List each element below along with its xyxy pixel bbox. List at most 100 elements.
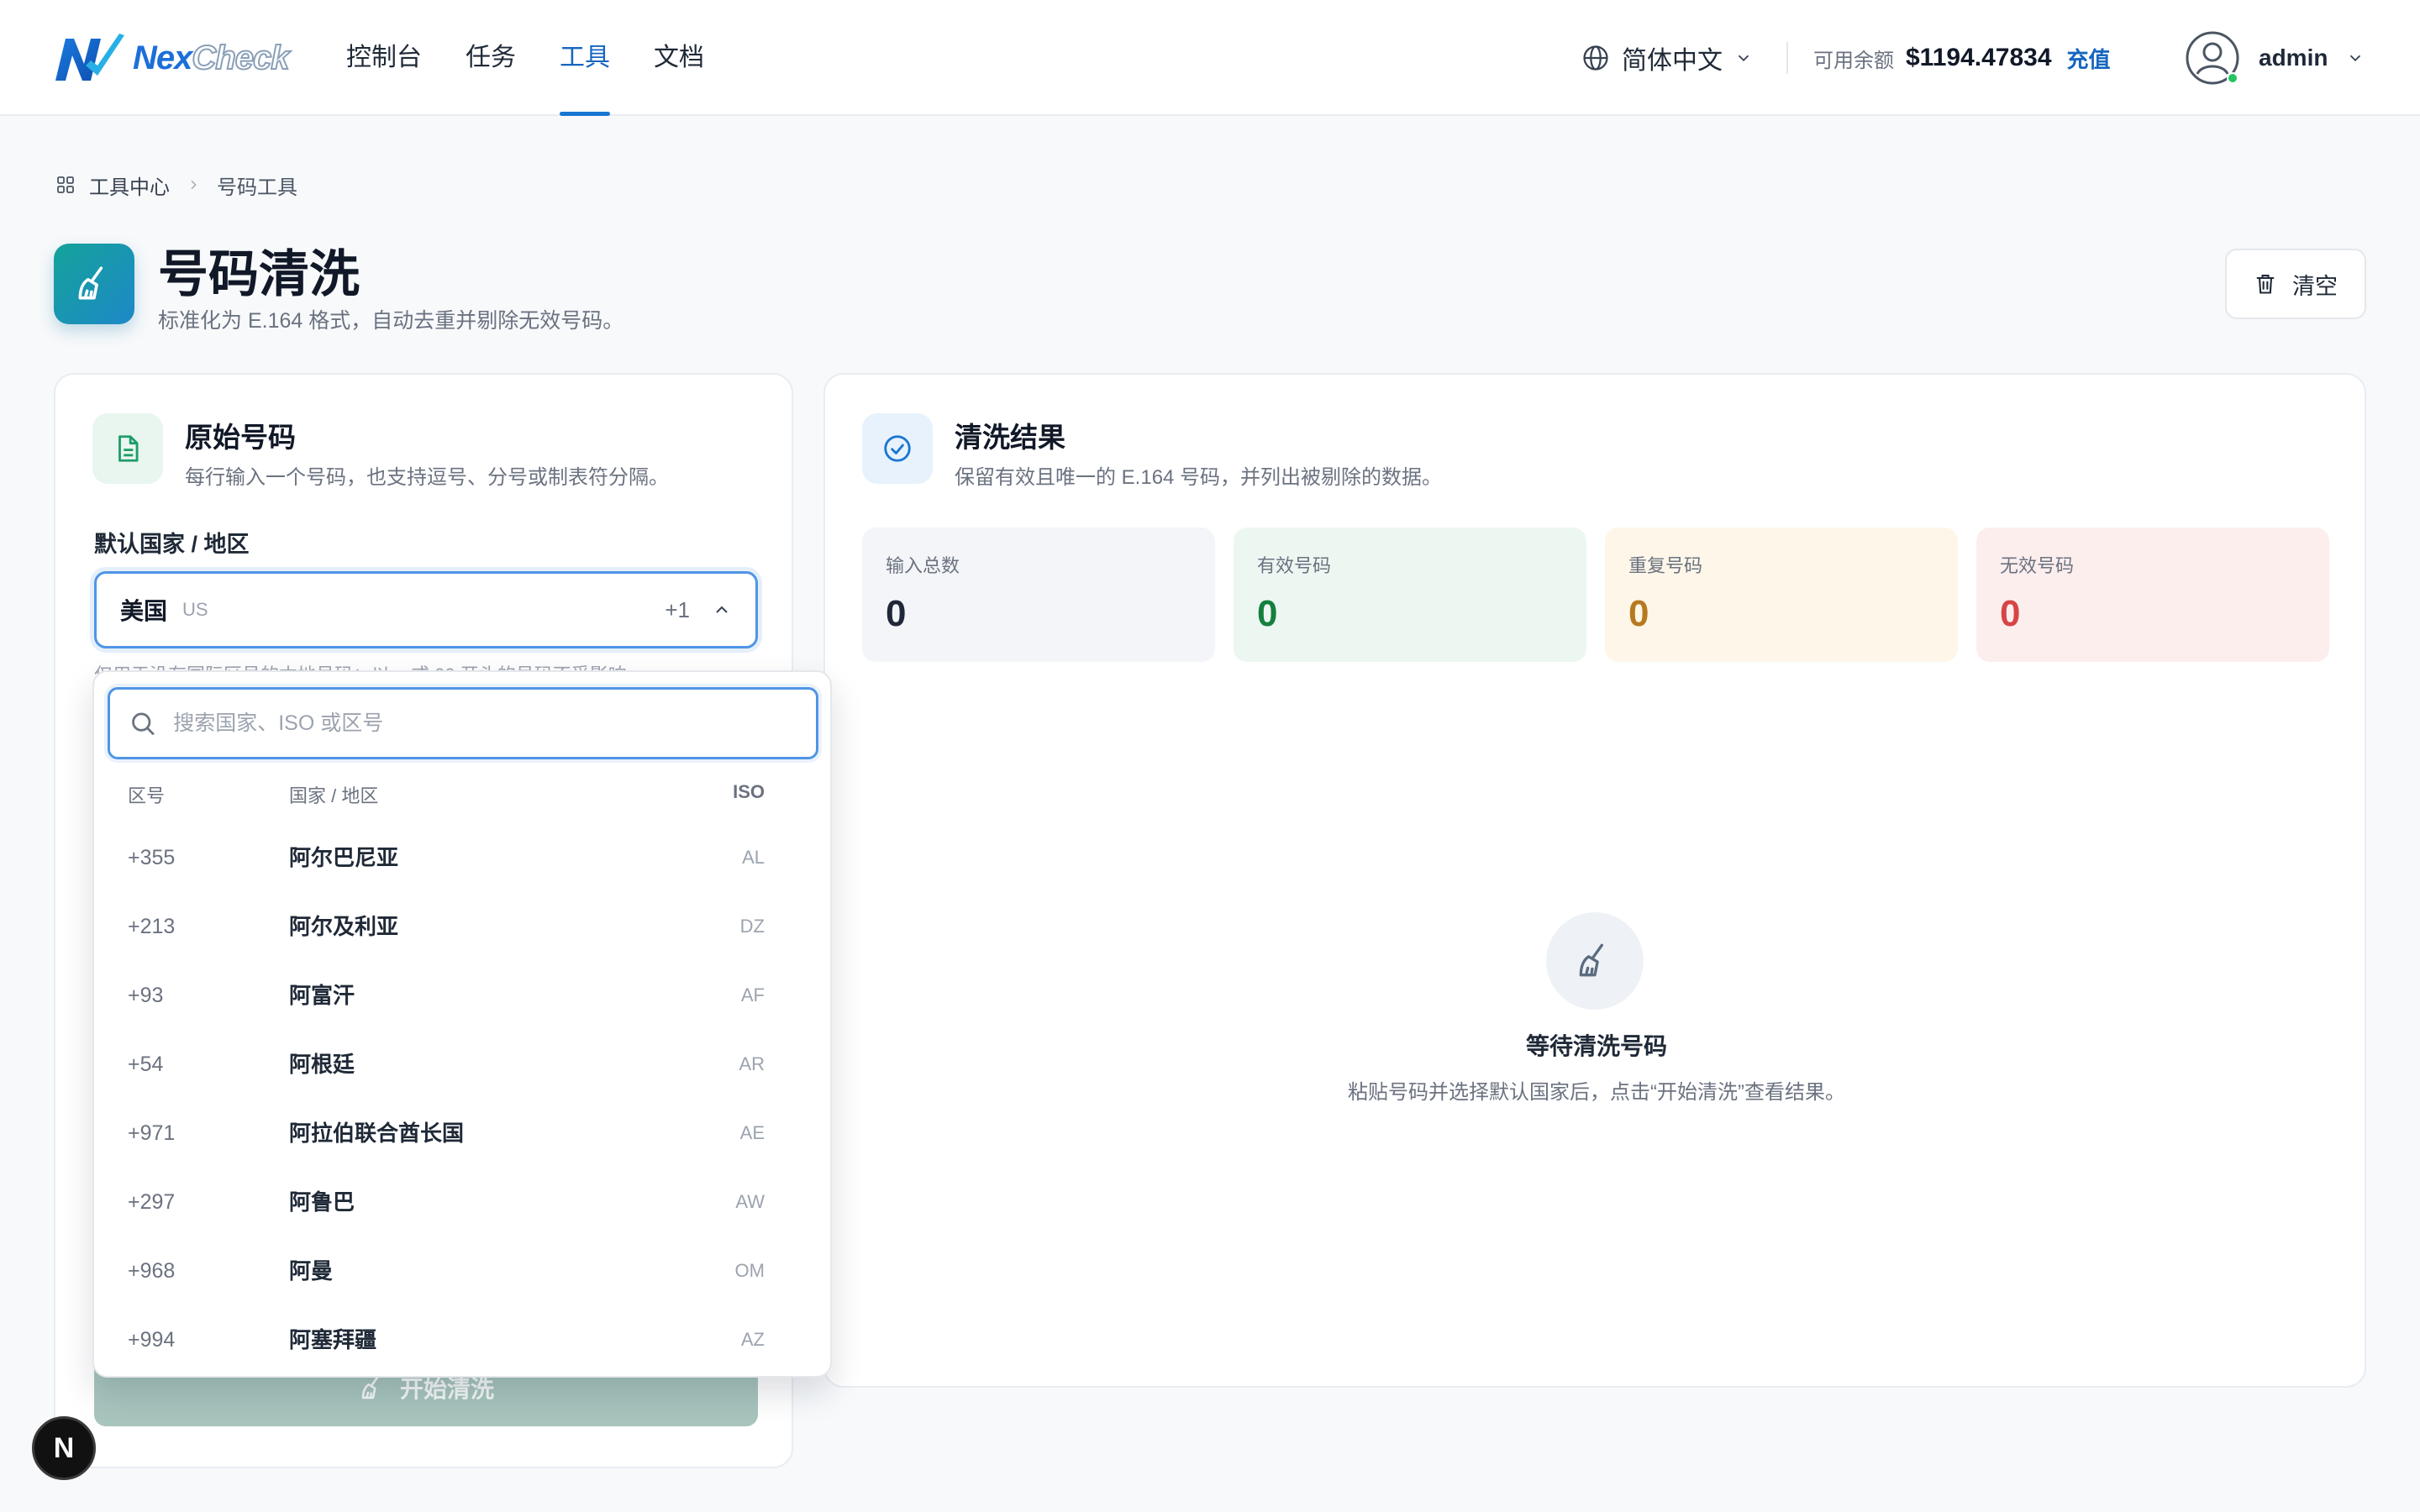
avatar [2185, 30, 2240, 86]
column-iso: ISO [733, 781, 765, 802]
country-option[interactable]: +355 阿尔巴尼亚 AL [94, 823, 830, 892]
country-option[interactable]: +968 阿曼 OM [94, 1236, 830, 1305]
globe-icon [1583, 45, 1608, 71]
language-label: 简体中文 [1622, 47, 1723, 75]
clear-button-label: 清空 [2292, 273, 2338, 299]
broom-icon [1579, 943, 1603, 977]
option-code: +968 [128, 1259, 176, 1283]
option-code: +355 [128, 846, 176, 869]
option-iso: OM [734, 1260, 765, 1281]
selected-country-iso: US [182, 599, 208, 620]
option-iso: AE [739, 1122, 765, 1143]
empty-state-subtitle: 粘贴号码并选择默认国家后，点击“开始清洗”查看结果。 [1348, 1081, 1845, 1104]
country-option[interactable]: +297 阿鲁巴 AW [94, 1168, 830, 1236]
chevron-up-icon [716, 606, 728, 613]
stat-duplicate: 重复号码 0 [1605, 528, 1958, 662]
option-iso: AR [739, 1053, 765, 1074]
stat-value: 0 [886, 593, 907, 634]
card-header-icon [862, 413, 933, 484]
stats-row: 输入总数 0 有效号码 0 重复号码 0 无效号码 0 [862, 528, 2329, 662]
card-header-icon [92, 413, 163, 484]
option-name: 阿鲁巴 [289, 1189, 355, 1215]
brand-name: NexCheck [133, 39, 290, 77]
country-search-box [108, 687, 818, 759]
language-selector[interactable]: 简体中文 [1581, 39, 1753, 77]
search-icon [132, 712, 155, 735]
balance-amount: $1194.47834 [1906, 44, 2052, 71]
option-code: +54 [128, 1053, 164, 1076]
stat-value: 0 [1628, 593, 1649, 634]
chevron-right-icon [191, 180, 197, 190]
selected-country-name: 美国 [120, 598, 168, 624]
nav-tools[interactable]: 工具 [560, 0, 610, 116]
grid-icon [57, 176, 74, 193]
user-menu[interactable]: admin [2185, 30, 2365, 86]
option-name: 阿塞拜疆 [289, 1327, 377, 1352]
card-title: 原始号码 [185, 422, 296, 453]
country-field-label: 默认国家 / 地区 [94, 532, 250, 557]
dropdown-column-header: 区号 国家 / 地区 ISO [94, 781, 830, 815]
option-code: +971 [128, 1121, 176, 1145]
broom-icon [78, 266, 103, 300]
country-option[interactable]: +93 阿富汗 AF [94, 961, 830, 1030]
country-option[interactable]: +994 阿塞拜疆 AZ [94, 1305, 830, 1374]
stat-label: 无效号码 [2000, 555, 2075, 576]
option-iso: AW [735, 1191, 765, 1212]
option-code: +994 [128, 1328, 176, 1352]
option-iso: AL [742, 847, 765, 868]
chevron-down-icon [1738, 55, 1749, 62]
country-dropdown: 区号 国家 / 地区 ISO +355 阿尔巴尼亚 AL +213 阿尔及利亚 … [92, 670, 832, 1378]
stat-value: 0 [2000, 593, 2021, 634]
breadcrumb: 工具中心 号码工具 [55, 170, 297, 200]
check-circle-icon [884, 435, 911, 462]
stat-value: 0 [1257, 593, 1278, 634]
breadcrumb-root[interactable]: 工具中心 [89, 171, 170, 200]
chevron-down-icon [2350, 55, 2361, 62]
balance-area: 可用余额 $1194.47834 充值 [1813, 39, 2111, 77]
country-search-input[interactable] [173, 711, 797, 736]
divider [1786, 42, 1788, 74]
main-nav: 控制台 任务 工具 文档 [346, 0, 748, 116]
option-iso: AF [740, 984, 765, 1005]
dev-tools-badge[interactable]: N [32, 1416, 96, 1480]
option-iso: DZ [739, 916, 765, 937]
card-subtitle: 保留有效且唯一的 E.164 号码，并列出被剔除的数据。 [955, 466, 1443, 489]
breadcrumb-current: 号码工具 [217, 176, 297, 199]
clear-button[interactable]: 清空 [2225, 249, 2366, 319]
empty-state-title: 等待清洗号码 [1525, 1033, 1667, 1059]
card-title: 清洗结果 [955, 422, 1065, 453]
page-subtitle: 标准化为 E.164 格式，自动去重并剔除无效号码。 [158, 309, 624, 333]
option-name: 阿拉伯联合酋长国 [289, 1121, 465, 1146]
option-code: +297 [128, 1190, 176, 1214]
option-name: 阿曼 [289, 1258, 334, 1284]
country-option[interactable]: +54 阿根廷 AR [94, 1030, 830, 1099]
card-subtitle: 每行输入一个号码，也支持逗号、分号或制表符分隔。 [185, 466, 669, 489]
stat-valid: 有效号码 0 [1234, 528, 1586, 662]
stat-invalid: 无效号码 0 [1976, 528, 2329, 662]
document-icon [118, 435, 139, 462]
top-navigation-bar: NexCheck 控制台 任务 工具 文档 简体中文 可用余额 $1194.47… [0, 0, 2420, 116]
column-country: 国家 / 地区 [289, 785, 379, 806]
country-option[interactable]: +213 阿尔及利亚 DZ [94, 892, 830, 961]
nav-docs[interactable]: 文档 [654, 0, 704, 116]
option-code: +213 [128, 915, 176, 938]
option-iso: AZ [740, 1329, 765, 1350]
option-name: 阿根廷 [289, 1052, 355, 1077]
result-card: 清洗结果 保留有效且唯一的 E.164 号码，并列出被剔除的数据。 输入总数 0… [823, 373, 2366, 1388]
brand-logo[interactable]: NexCheck [52, 30, 290, 86]
recharge-link[interactable]: 充值 [2067, 43, 2111, 74]
stat-label: 重复号码 [1628, 555, 1703, 576]
nav-tasks[interactable]: 任务 [466, 0, 516, 116]
country-list: +355 阿尔巴尼亚 AL +213 阿尔及利亚 DZ +93 阿富汗 AF +… [94, 823, 830, 1374]
online-status-dot [2227, 72, 2238, 84]
default-country-select[interactable]: 美国 US +1 [94, 571, 758, 648]
nav-dashboard[interactable]: 控制台 [346, 0, 422, 116]
username: admin [2259, 45, 2328, 71]
balance-label: 可用余额 [1813, 49, 1894, 72]
stat-label: 有效号码 [1257, 555, 1332, 576]
page-title: 号码清洗 [158, 246, 360, 302]
page-title-icon [54, 244, 134, 324]
trash-icon [2256, 275, 2275, 294]
country-option[interactable]: +971 阿拉伯联合酋长国 AE [94, 1099, 830, 1168]
empty-state-icon [1546, 912, 1644, 1010]
